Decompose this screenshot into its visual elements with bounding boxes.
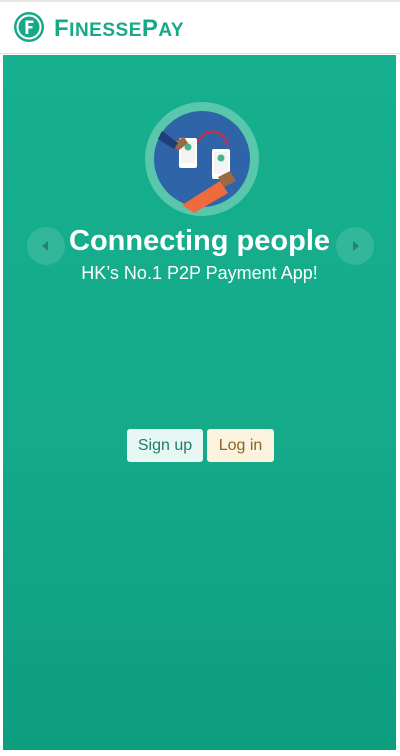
carousel-subtitle: HK’s No.1 P2P Payment App! xyxy=(81,263,318,283)
brand-part-ay: AY xyxy=(158,20,185,41)
finessepay-logo-icon[interactable] xyxy=(13,11,45,43)
brand-letter-f: F xyxy=(54,15,70,42)
carousel-title: Connecting people xyxy=(69,225,330,257)
bottom-strip xyxy=(0,750,400,756)
sign-up-button[interactable]: Sign up xyxy=(127,429,203,462)
log-in-button[interactable]: Log in xyxy=(207,429,274,462)
app-header: FINESSEPAY xyxy=(0,2,400,54)
brand-part-inesse: INESSE xyxy=(69,20,142,41)
right-edge xyxy=(396,55,400,750)
brand-name[interactable]: FINESSEPAY xyxy=(54,15,184,43)
brand-letter-p: P xyxy=(141,15,159,42)
welcome-hero: Connecting people HK’s No.1 P2P Payment … xyxy=(3,55,396,750)
phones-exchange-illustration xyxy=(145,102,259,216)
